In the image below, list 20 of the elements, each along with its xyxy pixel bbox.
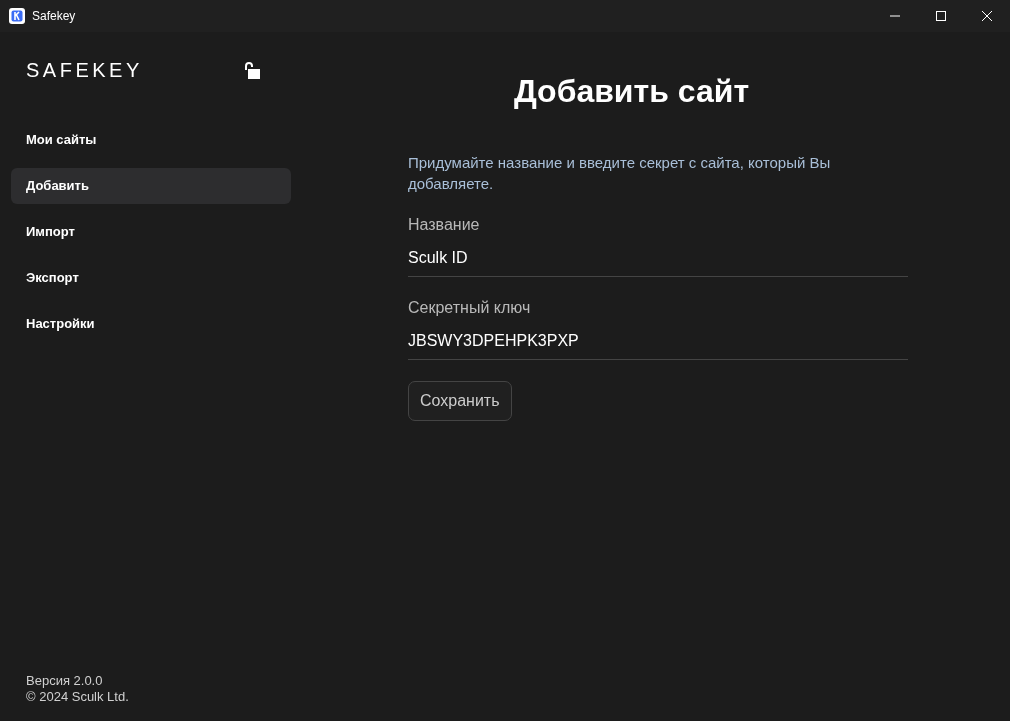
nav-item[interactable]: Экспорт [11, 260, 291, 296]
window-title: Safekey [32, 9, 76, 23]
close-icon [982, 11, 992, 21]
maximize-icon [936, 11, 946, 21]
unlocked-padlock-icon[interactable] [243, 61, 261, 79]
copyright-text: © 2024 Sculk Ltd. [26, 689, 130, 705]
field-label: Секретный ключ [408, 299, 532, 317]
description-text: Придумайте название и введите секрет с сайта, который Вы добавляете. [408, 153, 832, 194]
app-icon [9, 8, 25, 24]
input-field[interactable]: Sculk ID [408, 239, 908, 277]
save-button[interactable]: Сохранить [408, 381, 512, 421]
page-title: Добавить сайт [513, 73, 750, 110]
nav-item[interactable]: Добавить [11, 168, 291, 204]
nav-item[interactable]: Настройки [11, 306, 291, 342]
nav-item[interactable]: Мои сайты [11, 122, 291, 158]
nav-item[interactable]: Импорт [11, 214, 291, 250]
field-label: Название [408, 216, 481, 234]
input-field[interactable]: JBSWY3DPEHPK3PXP [408, 322, 908, 360]
logo: SAFEKEY [26, 58, 143, 82]
version-text: Версия 2.0.0 [26, 673, 104, 689]
